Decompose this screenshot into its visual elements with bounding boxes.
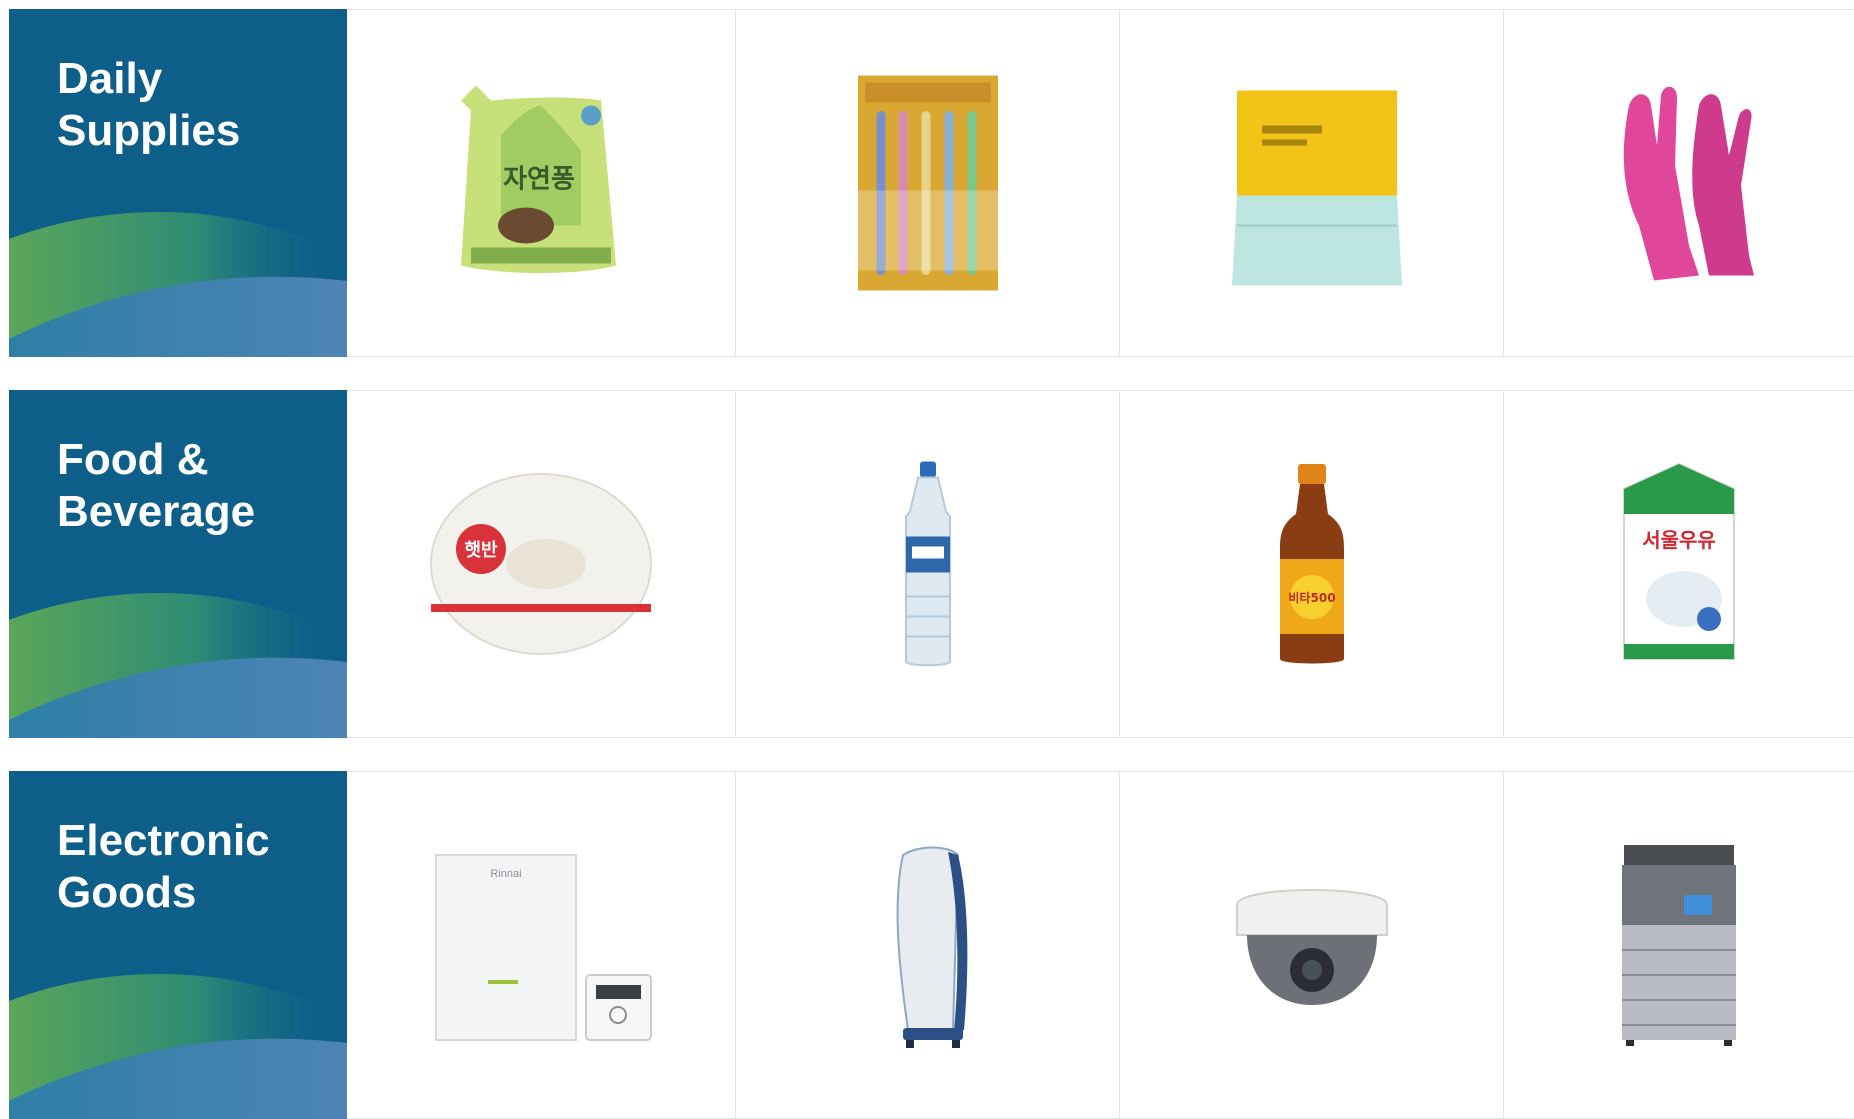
category-banner[interactable]: Food & Beverage (9, 390, 347, 738)
product-label: 비타500 (1288, 590, 1335, 605)
product-card[interactable] (1119, 10, 1503, 356)
product-label: 서울우유 (1642, 528, 1716, 552)
product-card[interactable] (1119, 772, 1503, 1118)
product-card[interactable]: Rinnai (347, 772, 735, 1118)
product-card[interactable]: 서울우유 (1503, 391, 1854, 737)
category-title-line1: Daily (57, 54, 163, 103)
category-row-electronic-goods: Electronic Goods Rinnai (9, 771, 1854, 1119)
product-card[interactable] (735, 391, 1119, 737)
category-banner[interactable]: Daily Supplies (9, 9, 347, 357)
product-card[interactable] (1503, 10, 1854, 356)
category-title-line1: Electronic (57, 816, 270, 865)
category-title: Electronic Goods (57, 815, 337, 919)
instant-rice-bowl-icon: 햇반 (430, 473, 652, 655)
product-card[interactable] (1503, 772, 1854, 1118)
multifunction-printer-icon (1622, 845, 1736, 1046)
category-row-daily-supplies: Daily Supplies 자연퐁 (9, 9, 1854, 357)
category-title-line2: Beverage (57, 487, 256, 536)
category-title-line1: Food & (57, 435, 209, 484)
category-title-line2: Supplies (57, 106, 241, 155)
milk-carton-icon: 서울우유 (1623, 462, 1735, 660)
category-title: Food & Beverage (57, 434, 337, 538)
category-title-line2: Goods (57, 868, 197, 917)
dish-soap-pouch-icon: 자연퐁 (461, 85, 616, 273)
boiler-unit-icon: Rinnai (435, 854, 652, 1041)
scrub-cloth-pack-icon (1231, 90, 1402, 286)
category-row-food-beverage: Food & Beverage 햇반 비타500 서울우유 (9, 390, 1854, 738)
product-card[interactable] (735, 772, 1119, 1118)
toothbrush-pack-icon (857, 75, 998, 291)
vitamin-drink-bottle-icon: 비타500 (1279, 464, 1344, 664)
product-card[interactable]: 비타500 (1119, 391, 1503, 737)
product-card[interactable]: 햇반 (347, 391, 735, 737)
water-bottle-icon (904, 461, 951, 667)
dome-security-camera-icon (1235, 889, 1388, 1005)
product-label: Rinnai (490, 868, 521, 880)
product-label: 햇반 (464, 540, 498, 561)
product-grid: Rinnai (347, 771, 1854, 1119)
product-label: 자연퐁 (503, 165, 575, 195)
rubber-gloves-icon (1623, 86, 1754, 281)
product-card[interactable]: 자연퐁 (347, 10, 735, 356)
product-grid: 자연퐁 (347, 9, 1854, 357)
product-card[interactable] (735, 10, 1119, 356)
air-purifier-tower-icon (896, 846, 967, 1048)
category-banner[interactable]: Electronic Goods (9, 771, 347, 1119)
product-grid: 햇반 비타500 서울우유 (347, 390, 1854, 738)
category-title: Daily Supplies (57, 53, 337, 157)
